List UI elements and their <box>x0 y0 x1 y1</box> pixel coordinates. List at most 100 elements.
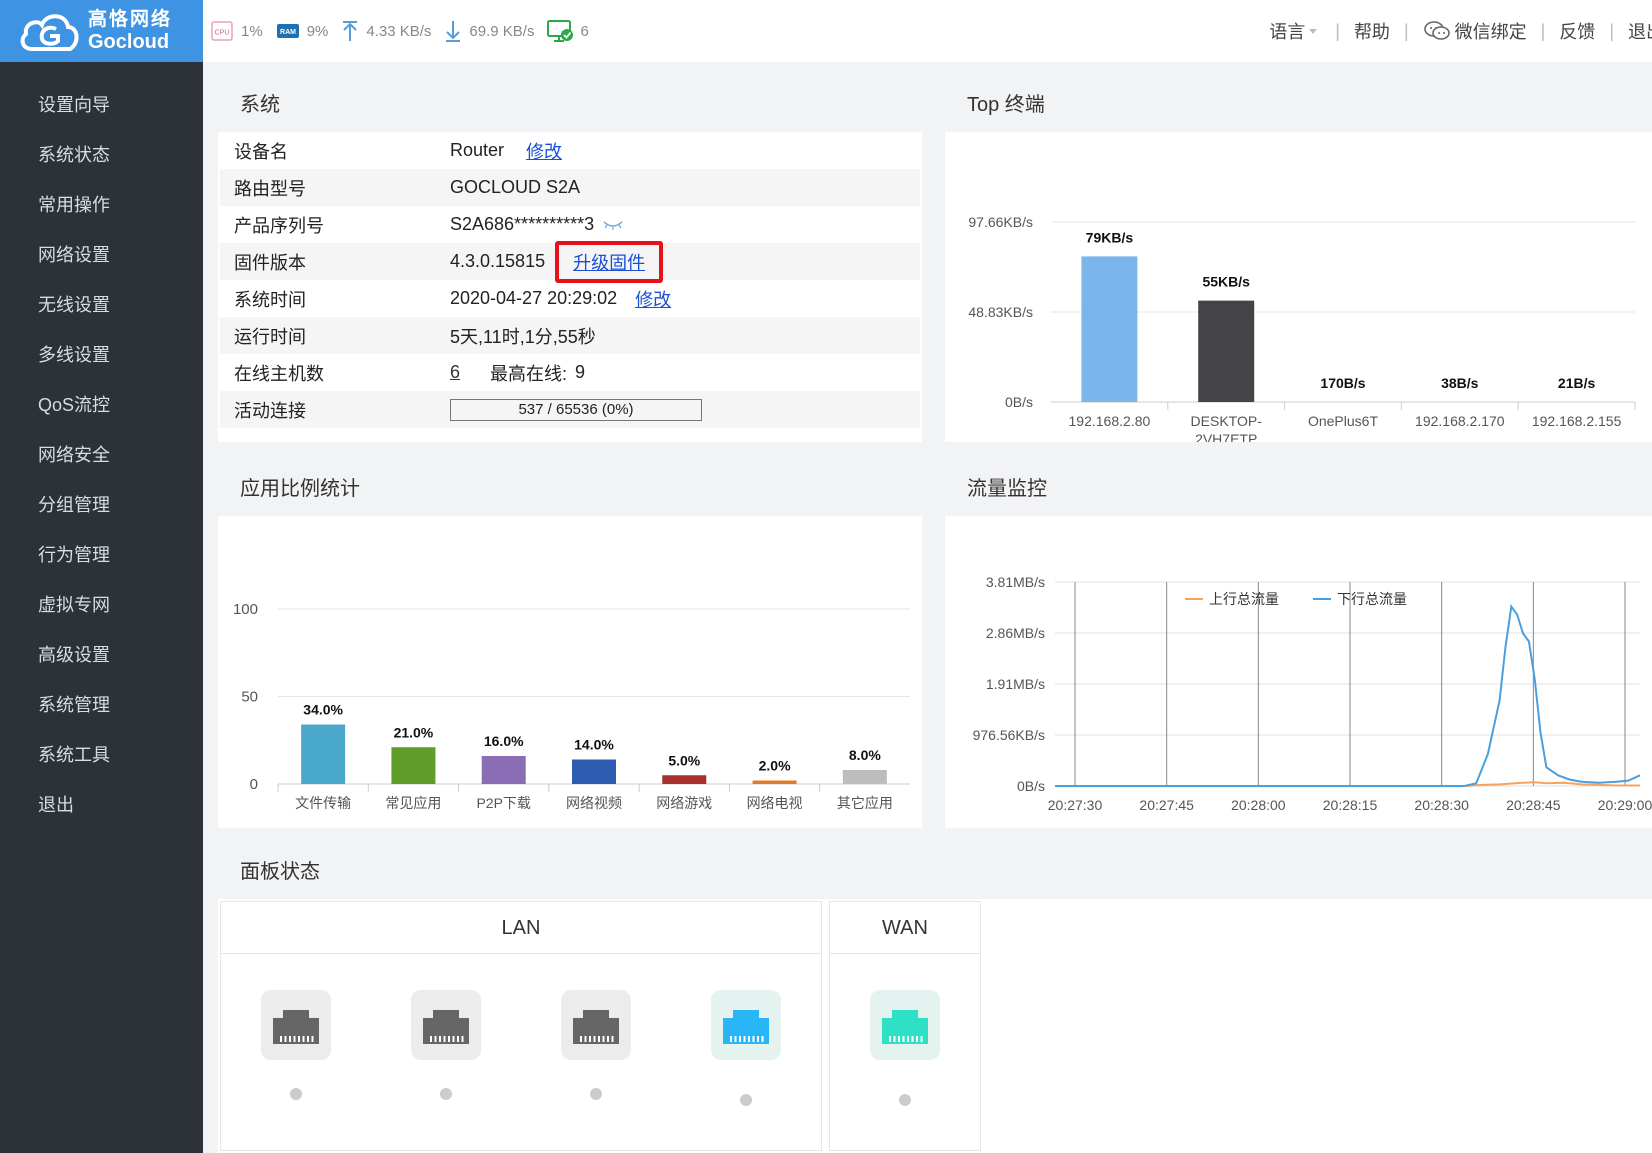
data-label: 21.0% <box>394 724 434 740</box>
feedback-label: 反馈 <box>1559 22 1596 42</box>
flow-monitor-chart: 0B/s 976.56KB/s 1.91MB/s 2.86MB/s 3.81MB/s 20… <box>973 574 1652 813</box>
row-key: 在线主机数 <box>234 363 324 384</box>
row-key: 产品序列号 <box>234 215 324 236</box>
top-menu: 语言 | 帮助 | 微信绑定 | 反馈 | 退出 <box>1269 18 1652 44</box>
data-label: 170B/s <box>1320 375 1365 391</box>
wechat-label: 微信绑定 <box>1454 22 1527 42</box>
x-tick-label: 常见应用 <box>385 795 441 811</box>
active-connections-bar: 537 / 65536 (0%) <box>450 398 702 421</box>
peak-online-label: 最高在线: <box>490 363 568 384</box>
legend-label: 下行总流量 <box>1337 591 1407 607</box>
lan-port-1[interactable] <box>261 990 331 1060</box>
lan-section: LAN <box>220 901 822 1151</box>
legend-label: 上行总流量 <box>1209 591 1279 607</box>
x-tick-label: 20:27:30 <box>1048 797 1103 813</box>
wechat-bind-link[interactable]: 微信绑定 <box>1423 18 1527 44</box>
lan-port-3[interactable] <box>561 990 631 1060</box>
sidebar-item-common-ops[interactable]: 常用操作 <box>0 180 203 230</box>
uptime-value: 5天,11时,1分,55秒 <box>450 326 596 347</box>
brand-cn: 高恪网络 <box>88 9 173 30</box>
caret-down-icon <box>1309 29 1318 34</box>
system-panel: 系统 设备名 Router 修改 路由型号 GOCLOUD S2A 产品序列号 … <box>218 78 922 442</box>
y-tick-label: 1.91MB/s <box>986 676 1045 692</box>
ram-icon: RAM <box>276 24 299 38</box>
y-tick-label: 3.81MB/s <box>986 574 1045 590</box>
app-stats-chart: 0 50 100 34.0% 文件传输 21.0% 常见应用 16.0% P2P下载 14.0% 网… <box>233 601 910 811</box>
y-tick-label: 2.86MB/s <box>986 625 1045 641</box>
upload-value: 4.33 KB/s <box>366 22 432 40</box>
flow-monitor-title: 流量监控 <box>945 462 1652 516</box>
sidebar-item-system-status[interactable]: 系统状态 <box>0 130 203 180</box>
port-status-dot <box>440 1088 452 1100</box>
clients-stat[interactable]: 6 <box>546 18 589 44</box>
logout-label: 退出 <box>1628 22 1652 42</box>
ethernet-port-icon <box>423 1010 469 1044</box>
sidebar-item-qos[interactable]: QoS流控 <box>0 380 203 430</box>
data-label: 21B/s <box>1558 375 1596 391</box>
edit-device-name-link[interactable]: 修改 <box>526 138 562 164</box>
upload-stat: 4.33 KB/s <box>340 19 431 43</box>
data-label: 79KB/s <box>1086 229 1134 245</box>
ethernet-port-icon <box>882 1010 928 1044</box>
y-tick-label: 976.56KB/s <box>973 727 1045 743</box>
menu-divider: | <box>1403 20 1409 41</box>
table-row: 产品序列号 S2A686**********3 <box>220 206 920 243</box>
serial-number-value: S2A686**********3 <box>450 214 595 234</box>
x-tick-label: 文件传输 <box>295 795 351 811</box>
data-label: 8.0% <box>849 747 881 763</box>
ram-icon-text: RAM <box>280 29 296 36</box>
edit-system-time-link[interactable]: 修改 <box>635 286 671 312</box>
sidebar-item-system-management[interactable]: 系统管理 <box>0 680 203 730</box>
help-label: 帮助 <box>1353 22 1390 42</box>
firmware-version-value: 4.3.0.15815 <box>450 251 546 271</box>
sidebar-item-wireless-settings[interactable]: 无线设置 <box>0 280 203 330</box>
brand-en: Gocloud <box>88 31 170 53</box>
y-tick-label: 0B/s <box>1017 778 1045 794</box>
x-tick-label: 192.168.2.80 <box>1069 413 1151 429</box>
online-hosts-link[interactable]: 6 <box>450 362 460 383</box>
x-tick-label: 20:28:15 <box>1323 797 1378 813</box>
lan-port-2[interactable] <box>411 990 481 1060</box>
data-label: 34.0% <box>303 702 343 718</box>
upload-arrow-icon <box>343 21 358 41</box>
sidebar-item-system-tools[interactable]: 系统工具 <box>0 730 203 780</box>
cpu-icon-text: CPU <box>215 30 230 37</box>
bar <box>301 724 346 784</box>
language-menu[interactable]: 语言 <box>1269 18 1321 44</box>
port-status-dot <box>290 1088 302 1100</box>
logo[interactable]: 高恪网络 Gocloud <box>0 0 203 62</box>
sidebar-item-setup-wizard[interactable]: 设置向导 <box>0 80 203 130</box>
eye-closed-icon[interactable] <box>602 219 624 231</box>
ethernet-port-icon <box>723 1010 769 1044</box>
lan-port-4[interactable] <box>711 990 781 1060</box>
sidebar-item-advanced-settings[interactable]: 高级设置 <box>0 630 203 680</box>
menu-divider: | <box>1609 20 1614 41</box>
sidebar-item-network-settings[interactable]: 网络设置 <box>0 230 203 280</box>
table-row: 活动连接 537 / 65536 (0%) <box>220 391 920 428</box>
sidebar-item-network-security[interactable]: 网络安全 <box>0 430 203 480</box>
download-arrow-icon <box>446 21 461 42</box>
wechat-icon <box>1423 21 1450 40</box>
help-link[interactable]: 帮助 <box>1354 18 1390 44</box>
port-status-dot <box>740 1094 752 1106</box>
x-tick-label: P2P下载 <box>476 795 530 811</box>
sidebar-item-multiline-settings[interactable]: 多线设置 <box>0 330 203 380</box>
sidebar-item-group-management[interactable]: 分组管理 <box>0 480 203 530</box>
clients-value: 6 <box>580 22 589 40</box>
sidebar-item-logout[interactable]: 退出 <box>0 780 203 830</box>
y-tick-label: 48.83KB/s <box>968 304 1033 320</box>
cpu-stat: CPU 1% <box>209 19 263 43</box>
x-tick-label: 192.168.2.170 <box>1415 413 1505 429</box>
app-root: 高恪网络 Gocloud 设置向导 系统状态 常用操作 网络设置 无线设置 多线… <box>0 0 1652 1153</box>
feedback-link[interactable]: 反馈 <box>1559 18 1595 44</box>
device-name-value: Router <box>450 140 505 160</box>
upgrade-firmware-link[interactable]: 升级固件 <box>573 253 645 273</box>
sidebar-item-behavior-management[interactable]: 行为管理 <box>0 530 203 580</box>
sidebar-item-vpn[interactable]: 虚拟专网 <box>0 580 203 630</box>
language-label: 语言 <box>1269 22 1306 42</box>
logout-link[interactable]: 退出 <box>1628 18 1652 44</box>
row-key: 路由型号 <box>234 178 306 199</box>
bar <box>842 770 887 784</box>
download-stat: 69.9 KB/s <box>443 19 534 43</box>
wan-port-1[interactable] <box>870 990 940 1060</box>
